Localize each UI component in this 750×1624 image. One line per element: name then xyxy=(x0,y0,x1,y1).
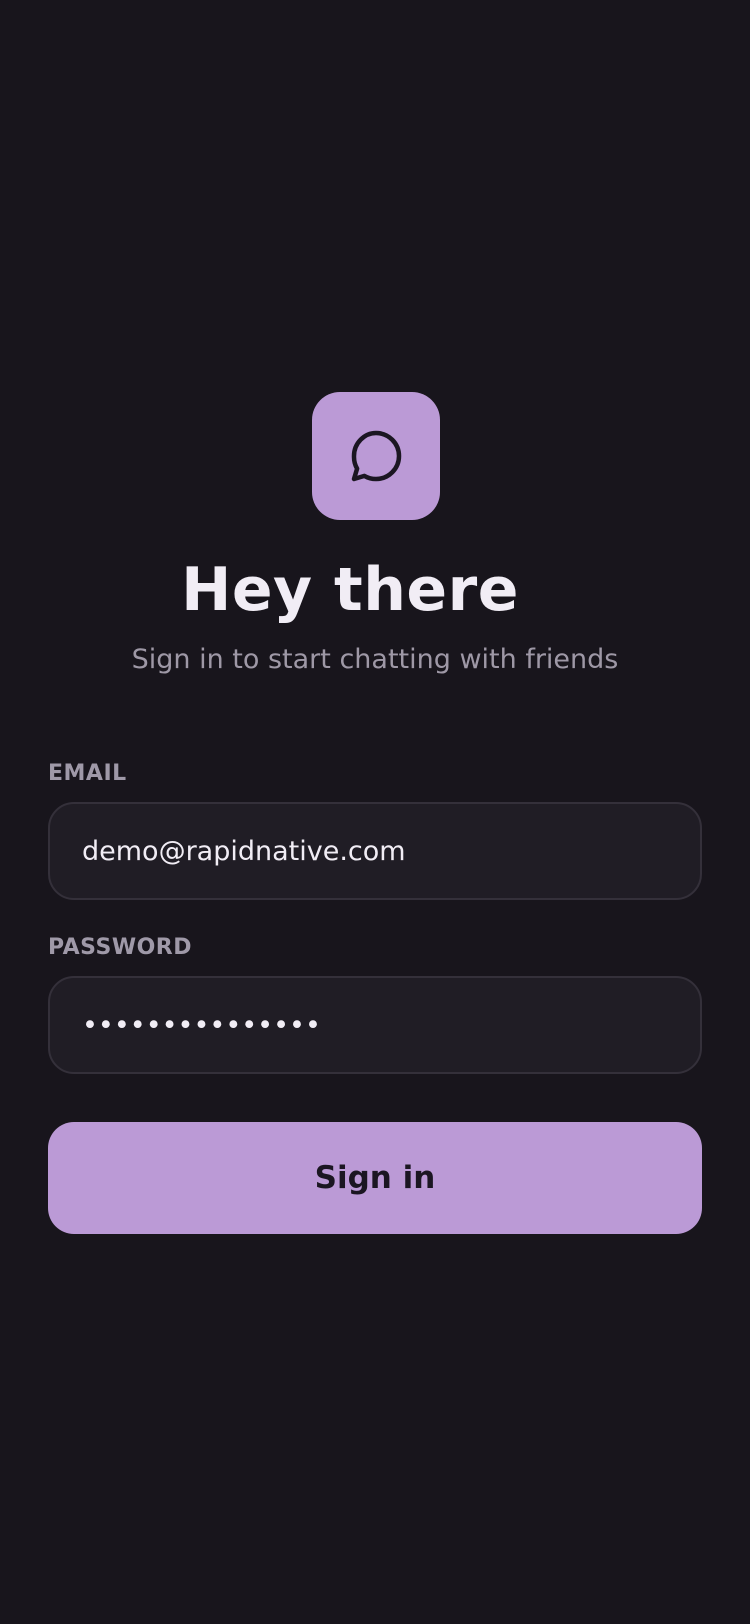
sign-in-screen: Hey there Sign in to start chatting with… xyxy=(0,0,750,1624)
sign-in-button[interactable]: Sign in xyxy=(48,1122,702,1234)
email-field[interactable] xyxy=(82,835,668,867)
password-field-container xyxy=(48,976,702,1074)
password-label: PASSWORD xyxy=(48,935,193,960)
page-title: Hey there xyxy=(181,555,519,625)
chat-bubble-icon xyxy=(351,430,402,482)
app-logo xyxy=(312,392,440,520)
password-field[interactable] xyxy=(82,1009,668,1041)
email-field-container xyxy=(48,802,702,900)
email-label: EMAIL xyxy=(48,761,127,786)
page-subtitle: Sign in to start chatting with friends xyxy=(131,644,619,675)
